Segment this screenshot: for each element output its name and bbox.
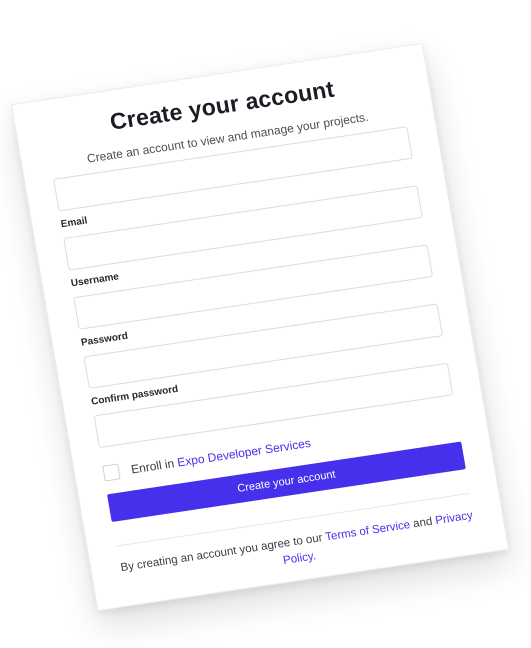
enroll-prefix: Enroll in	[130, 455, 179, 477]
terms-of-service-link[interactable]: Terms of Service	[324, 519, 411, 543]
terms-suffix: .	[311, 550, 317, 563]
terms-text: By creating an account you agree to our …	[118, 508, 478, 594]
enroll-checkbox[interactable]	[102, 463, 121, 482]
expo-developer-services-link[interactable]: Expo Developer Services	[176, 436, 312, 470]
terms-middle: and	[409, 515, 437, 531]
signup-card: Create your account Create an account to…	[10, 42, 510, 612]
page: Create your account Create an account to…	[0, 0, 531, 648]
